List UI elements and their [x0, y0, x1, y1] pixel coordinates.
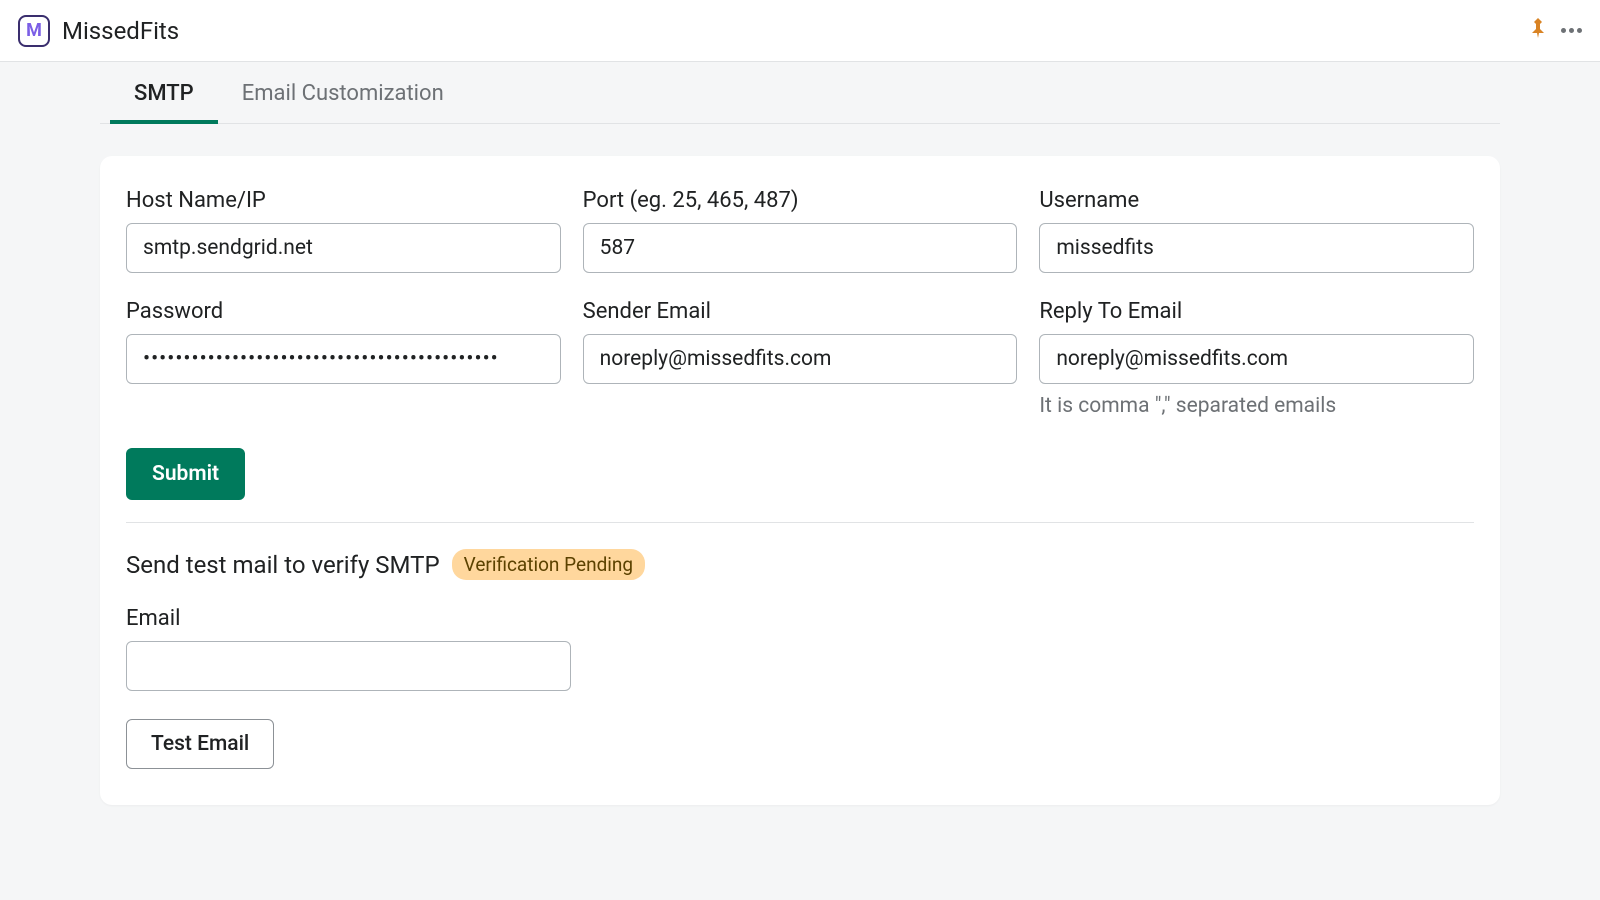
input-port[interactable]: [583, 223, 1018, 273]
input-password[interactable]: [126, 334, 561, 384]
tab-smtp[interactable]: SMTP: [110, 63, 218, 124]
tab-email-customization[interactable]: Email Customization: [218, 63, 468, 124]
input-sender-email[interactable]: [583, 334, 1018, 384]
smtp-form-grid: Host Name/IP Port (eg. 25, 465, 487) Use…: [126, 188, 1474, 418]
more-icon[interactable]: [1561, 28, 1582, 33]
topbar-left: M MissedFits: [18, 15, 179, 47]
input-test-email[interactable]: [126, 641, 571, 691]
tabs: SMTP Email Customization: [100, 62, 1500, 124]
field-password: Password: [126, 299, 561, 418]
field-sender-email: Sender Email: [583, 299, 1018, 418]
field-reply-to: Reply To Email It is comma "," separated…: [1039, 299, 1474, 418]
test-email-button[interactable]: Test Email: [126, 719, 274, 769]
app-logo-letter: M: [26, 20, 42, 41]
label-username: Username: [1039, 188, 1474, 213]
test-heading: Send test mail to verify SMTP: [126, 551, 440, 579]
topbar-right: [1529, 18, 1582, 43]
field-username: Username: [1039, 188, 1474, 273]
submit-button[interactable]: Submit: [126, 448, 245, 500]
input-reply-to[interactable]: [1039, 334, 1474, 384]
field-host: Host Name/IP: [126, 188, 561, 273]
pin-icon[interactable]: [1529, 18, 1547, 43]
label-password: Password: [126, 299, 561, 324]
label-test-email: Email: [126, 606, 571, 631]
label-host: Host Name/IP: [126, 188, 561, 213]
content: SMTP Email Customization Host Name/IP Po…: [0, 62, 1600, 805]
settings-card: Host Name/IP Port (eg. 25, 465, 487) Use…: [100, 156, 1500, 805]
help-reply-to: It is comma "," separated emails: [1039, 394, 1474, 418]
verification-badge: Verification Pending: [452, 549, 645, 580]
test-heading-row: Send test mail to verify SMTP Verificati…: [126, 549, 1474, 580]
field-port: Port (eg. 25, 465, 487): [583, 188, 1018, 273]
app-logo: M: [18, 15, 50, 47]
label-port: Port (eg. 25, 465, 487): [583, 188, 1018, 213]
app-title: MissedFits: [62, 17, 179, 45]
divider: [126, 522, 1474, 523]
label-reply-to: Reply To Email: [1039, 299, 1474, 324]
input-username[interactable]: [1039, 223, 1474, 273]
input-host[interactable]: [126, 223, 561, 273]
field-test-email: Email: [126, 606, 571, 691]
label-sender-email: Sender Email: [583, 299, 1018, 324]
topbar: M MissedFits: [0, 0, 1600, 62]
